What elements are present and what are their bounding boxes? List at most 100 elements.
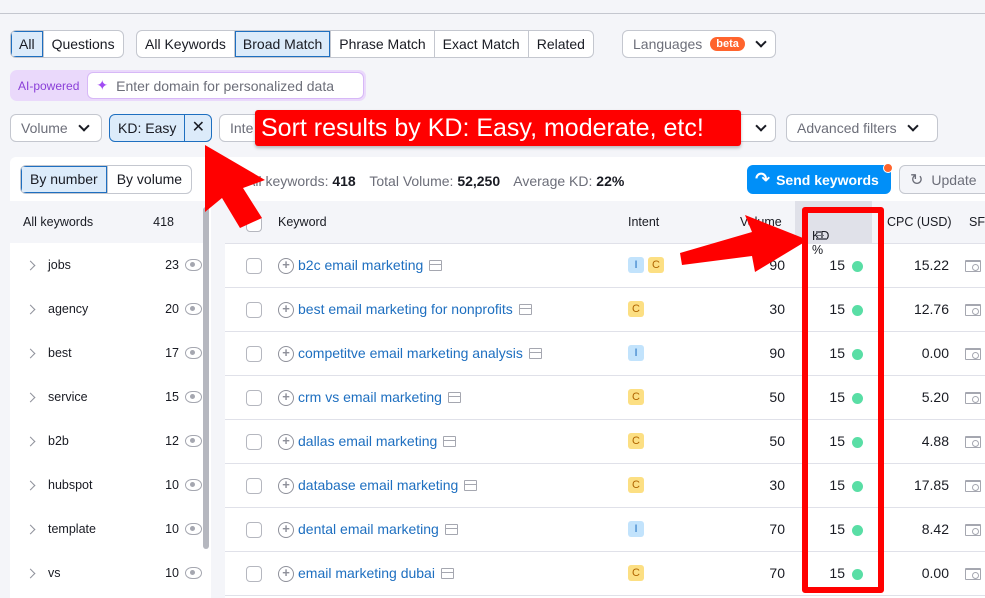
serp-features-icon[interactable] xyxy=(965,480,981,492)
serp-features-icon[interactable] xyxy=(965,348,981,360)
intent-badge: C xyxy=(628,565,644,581)
tab-all[interactable]: All xyxy=(11,31,44,57)
eye-icon[interactable] xyxy=(185,479,202,491)
keyword-text[interactable]: dental email marketing xyxy=(298,521,439,537)
serp-preview-icon[interactable] xyxy=(443,435,457,447)
group-item[interactable]: service 15 xyxy=(10,375,205,419)
add-to-list-icon[interactable]: + xyxy=(278,346,294,362)
chevron-right-icon[interactable] xyxy=(25,568,36,578)
keyword-text[interactable]: competitve email marketing analysis xyxy=(298,345,523,361)
row-checkbox[interactable] xyxy=(246,258,262,274)
keyword-link[interactable]: dallas email marketing xyxy=(298,433,457,449)
group-item[interactable]: jobs 23 xyxy=(10,243,205,287)
add-to-list-icon[interactable]: + xyxy=(278,390,294,406)
chevron-right-icon[interactable] xyxy=(25,524,36,534)
send-keywords-button[interactable]: ↷ Send keywords xyxy=(747,165,891,194)
serp-features-icon[interactable] xyxy=(965,524,981,536)
keyword-link[interactable]: email marketing dubai xyxy=(298,565,454,581)
close-icon[interactable]: ✕ xyxy=(185,115,211,141)
groups-scrollbar[interactable] xyxy=(203,207,209,549)
eye-icon[interactable] xyxy=(185,347,202,359)
column-cpc[interactable]: CPC (USD) xyxy=(887,215,952,229)
tab-related[interactable]: Related xyxy=(529,31,593,57)
tab-all-keywords[interactable]: All Keywords xyxy=(137,31,235,57)
row-checkbox[interactable] xyxy=(246,478,262,494)
add-to-list-icon[interactable]: + xyxy=(278,478,294,494)
tab-broad-match[interactable]: Broad Match xyxy=(234,31,332,57)
languages-dropdown[interactable]: Languages beta xyxy=(622,30,776,58)
eye-icon[interactable] xyxy=(185,523,202,535)
keyword-link[interactable]: dental email marketing xyxy=(298,521,458,537)
tab-exact-match[interactable]: Exact Match xyxy=(435,31,529,57)
group-item[interactable]: b2b 12 xyxy=(10,419,205,463)
keyword-text[interactable]: crm vs email marketing xyxy=(298,389,442,405)
serp-preview-icon[interactable] xyxy=(528,347,542,359)
add-to-list-icon[interactable]: + xyxy=(278,434,294,450)
advanced-filters-dropdown[interactable]: Advanced filters xyxy=(786,114,938,142)
kd-filter-chip[interactable]: KD: Easy ✕ xyxy=(109,114,213,142)
chevron-right-icon[interactable] xyxy=(25,260,36,270)
chevron-right-icon[interactable] xyxy=(25,348,36,358)
group-item[interactable]: agency 20 xyxy=(10,287,205,331)
add-to-list-icon[interactable]: + xyxy=(278,522,294,538)
all-keywords-group[interactable]: All keywords 418 xyxy=(10,201,205,243)
chevron-right-icon[interactable] xyxy=(25,480,36,490)
row-checkbox[interactable] xyxy=(246,390,262,406)
chevron-right-icon[interactable] xyxy=(25,436,36,446)
column-volume[interactable]: Volume xyxy=(740,215,782,229)
keyword-text[interactable]: best email marketing for nonprofits xyxy=(298,301,513,317)
serp-features-icon[interactable] xyxy=(965,392,981,404)
keyword-text[interactable]: database email marketing xyxy=(298,477,458,493)
tab-phrase-match[interactable]: Phrase Match xyxy=(331,31,435,57)
keyword-text[interactable]: b2c email marketing xyxy=(298,257,423,273)
row-checkbox[interactable] xyxy=(246,302,262,318)
group-item[interactable]: best 17 xyxy=(10,331,205,375)
serp-features-icon[interactable] xyxy=(965,260,981,272)
keyword-link[interactable]: b2c email marketing xyxy=(298,257,443,273)
serp-preview-icon[interactable] xyxy=(447,391,461,403)
row-checkbox[interactable] xyxy=(246,434,262,450)
kd-filter-label[interactable]: KD: Easy xyxy=(110,115,186,141)
row-checkbox[interactable] xyxy=(246,566,262,582)
tab-questions[interactable]: Questions xyxy=(44,31,123,57)
add-to-list-icon[interactable]: + xyxy=(278,566,294,582)
row-checkbox[interactable] xyxy=(246,346,262,362)
add-to-list-icon[interactable]: + xyxy=(278,302,294,318)
group-item[interactable]: vs 10 xyxy=(10,551,205,595)
keyword-link[interactable]: database email marketing xyxy=(298,477,478,493)
serp-preview-icon[interactable] xyxy=(429,259,443,271)
eye-icon[interactable] xyxy=(185,259,202,271)
eye-icon[interactable] xyxy=(185,435,202,447)
serp-preview-icon[interactable] xyxy=(518,303,532,315)
chevron-right-icon[interactable] xyxy=(25,304,36,314)
update-button[interactable]: ↻ Update xyxy=(899,165,985,194)
keyword-link[interactable]: crm vs email marketing xyxy=(298,389,461,405)
keyword-link[interactable]: competitve email marketing analysis xyxy=(298,345,542,361)
serp-preview-icon[interactable] xyxy=(464,479,478,491)
eye-icon[interactable] xyxy=(185,567,202,579)
column-intent[interactable]: Intent xyxy=(628,215,659,229)
serp-preview-icon[interactable] xyxy=(444,523,458,535)
domain-input[interactable]: ✦ Enter domain for personalized data xyxy=(87,72,364,99)
eye-icon[interactable] xyxy=(185,391,202,403)
serp-features-icon[interactable] xyxy=(965,568,981,580)
serp-features-icon[interactable] xyxy=(965,304,981,316)
chevron-right-icon[interactable] xyxy=(25,392,36,402)
serp-features-icon[interactable] xyxy=(965,436,981,448)
keyword-text[interactable]: dallas email marketing xyxy=(298,433,437,449)
column-keyword[interactable]: Keyword xyxy=(278,215,327,229)
keyword-text[interactable]: email marketing dubai xyxy=(298,565,435,581)
eye-icon[interactable] xyxy=(185,303,202,315)
select-all-checkbox[interactable] xyxy=(246,216,262,232)
by-volume-button[interactable]: By volume xyxy=(108,166,191,193)
keyword-link[interactable]: best email marketing for nonprofits xyxy=(298,301,532,317)
serp-preview-icon[interactable] xyxy=(440,567,454,579)
volume-dropdown[interactable]: Volume xyxy=(10,114,102,142)
column-sf[interactable]: SF xyxy=(969,215,985,229)
sort-icon[interactable] xyxy=(816,229,827,242)
row-checkbox[interactable] xyxy=(246,522,262,538)
by-number-button[interactable]: By number xyxy=(21,166,108,193)
group-item[interactable]: template 10 xyxy=(10,507,205,551)
add-to-list-icon[interactable]: + xyxy=(278,258,294,274)
group-item[interactable]: hubspot 10 xyxy=(10,463,205,507)
